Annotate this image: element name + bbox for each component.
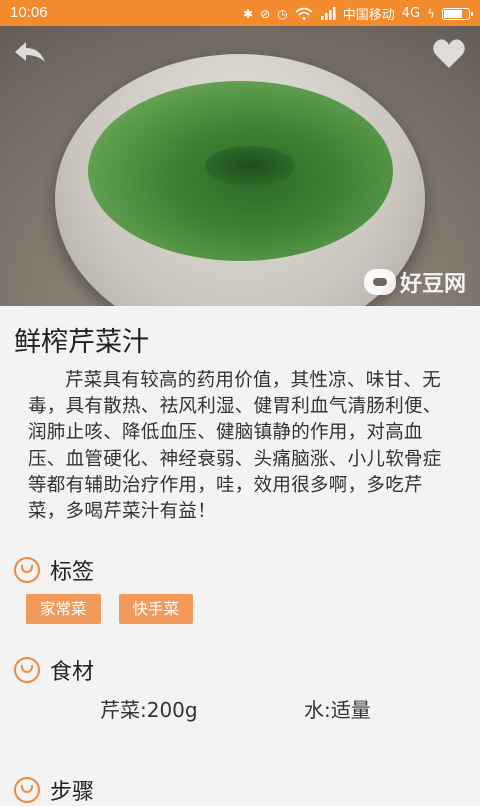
carrier-label: 中国移动	[342, 8, 395, 23]
watermark-text: 好豆网	[399, 272, 466, 297]
steps-section-header: 步骤	[14, 774, 94, 806]
alarm-icon: ◷	[277, 6, 288, 21]
battery-icon	[442, 7, 473, 20]
charging-icon: ϟ	[427, 6, 435, 21]
recipe-title: 鲜榨芹菜汁	[14, 327, 149, 358]
recipe-content: 鲜榨芹菜汁 芹菜具有较高的药用价值，其性凉、味甘、无毒，具有散热、祛风利湿、健胃…	[0, 306, 480, 805]
recipe-description: 芹菜具有较高的药用价值，其性凉、味甘、无毒，具有散热、祛风利湿、健胃利血气清肠利…	[28, 370, 442, 523]
cooking-pot-icon	[14, 557, 40, 583]
status-time: 10:06	[10, 4, 48, 21]
status-icons: ✱ ⊘ ◷ 中国移动 4G ϟ	[243, 4, 473, 23]
tags-title: 标签	[50, 560, 95, 585]
ingredients-section-header: 食材	[14, 654, 94, 686]
back-arrow-icon	[15, 42, 45, 62]
cooking-pot-icon	[14, 657, 40, 683]
cooking-pot-icon	[14, 777, 40, 803]
recipe-photo	[0, 26, 480, 306]
network-label: 4G	[401, 6, 421, 21]
favorite-button[interactable]	[432, 38, 466, 70]
heart-icon	[433, 39, 465, 68]
alarm-muted-icon: ⊘	[260, 6, 271, 21]
steps-title: 步骤	[50, 780, 95, 805]
bluetooth-icon: ✱	[243, 6, 254, 21]
ingredient-item: 芹菜:200g	[100, 698, 198, 722]
juice-shadow	[205, 146, 295, 186]
wifi-icon	[295, 7, 313, 20]
haodou-logo-icon	[363, 269, 396, 295]
ingredient-item: 水:适量	[304, 698, 371, 722]
tag-item[interactable]: 家常菜	[26, 594, 101, 624]
tags-section-header: 标签	[14, 554, 94, 586]
watermark: 好豆网	[363, 266, 466, 298]
tag-list: 家常菜 快手菜	[26, 594, 194, 624]
signal-icon	[320, 7, 336, 20]
status-bar: 10:06 ✱ ⊘ ◷ 中国移动 4G ϟ	[0, 0, 480, 26]
ingredients-title: 食材	[50, 660, 95, 685]
tag-item[interactable]: 快手菜	[118, 594, 194, 624]
back-button[interactable]	[12, 38, 48, 70]
